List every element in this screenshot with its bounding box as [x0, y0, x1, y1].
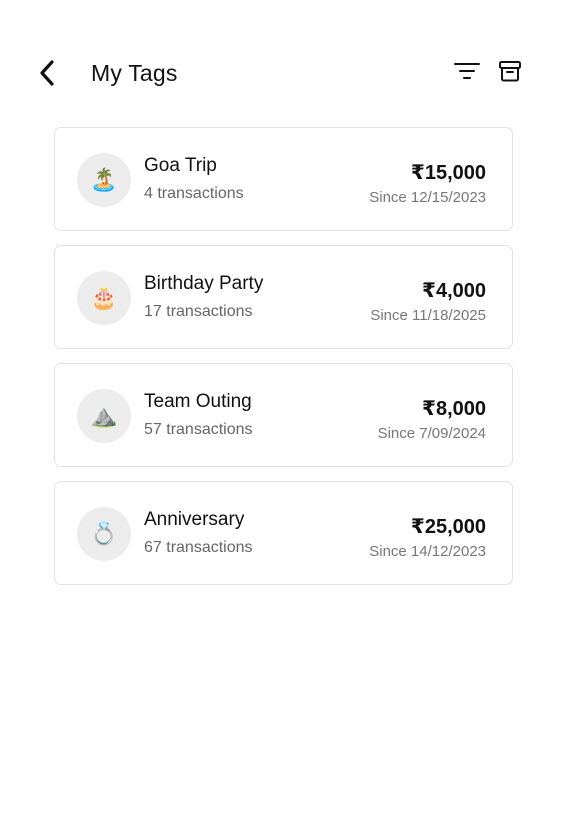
- mountain-icon: ⛰️: [77, 389, 131, 443]
- tag-name: Goa Trip: [144, 155, 217, 176]
- filter-button[interactable]: [452, 58, 482, 84]
- tag-amount: ₹15,000: [410, 162, 486, 184]
- tag-list: 🏝️ Goa Trip 4 transactions ₹15,000 Since…: [54, 127, 513, 599]
- tag-card-birthday-party[interactable]: 🎂 Birthday Party 17 transactions ₹4,000 …: [54, 245, 513, 349]
- since-date: Since 14/12/2023: [369, 543, 486, 560]
- transaction-count: 67 transactions: [144, 539, 253, 556]
- tag-card-goa-trip[interactable]: 🏝️ Goa Trip 4 transactions ₹15,000 Since…: [54, 127, 513, 231]
- since-date: Since 7/09/2024: [377, 425, 486, 442]
- app-header: My Tags: [0, 0, 568, 120]
- archive-icon: [499, 61, 521, 82]
- chevron-left-icon: [40, 60, 54, 86]
- cake-icon: 🎂: [77, 271, 131, 325]
- tag-amount: ₹8,000: [422, 398, 486, 420]
- filter-icon: [454, 63, 480, 79]
- since-date: Since 12/15/2023: [369, 189, 486, 206]
- tag-name: Birthday Party: [144, 273, 264, 294]
- transaction-count: 4 transactions: [144, 185, 244, 202]
- back-button[interactable]: [34, 58, 60, 88]
- archive-button[interactable]: [497, 58, 523, 84]
- island-icon: 🏝️: [77, 153, 131, 207]
- transaction-count: 57 transactions: [144, 421, 253, 438]
- tag-card-team-outing[interactable]: ⛰️ Team Outing 57 transactions ₹8,000 Si…: [54, 363, 513, 467]
- tag-card-anniversary[interactable]: 💍 Anniversary 67 transactions ₹25,000 Si…: [54, 481, 513, 585]
- since-date: Since 11/18/2025: [370, 307, 486, 324]
- page-title: My Tags: [91, 60, 178, 86]
- tag-name: Anniversary: [144, 509, 245, 530]
- tag-amount: ₹25,000: [410, 516, 486, 538]
- transaction-count: 17 transactions: [144, 303, 253, 320]
- tag-amount: ₹4,000: [422, 280, 486, 302]
- tag-name: Team Outing: [144, 391, 252, 412]
- ring-icon: 💍: [77, 507, 131, 561]
